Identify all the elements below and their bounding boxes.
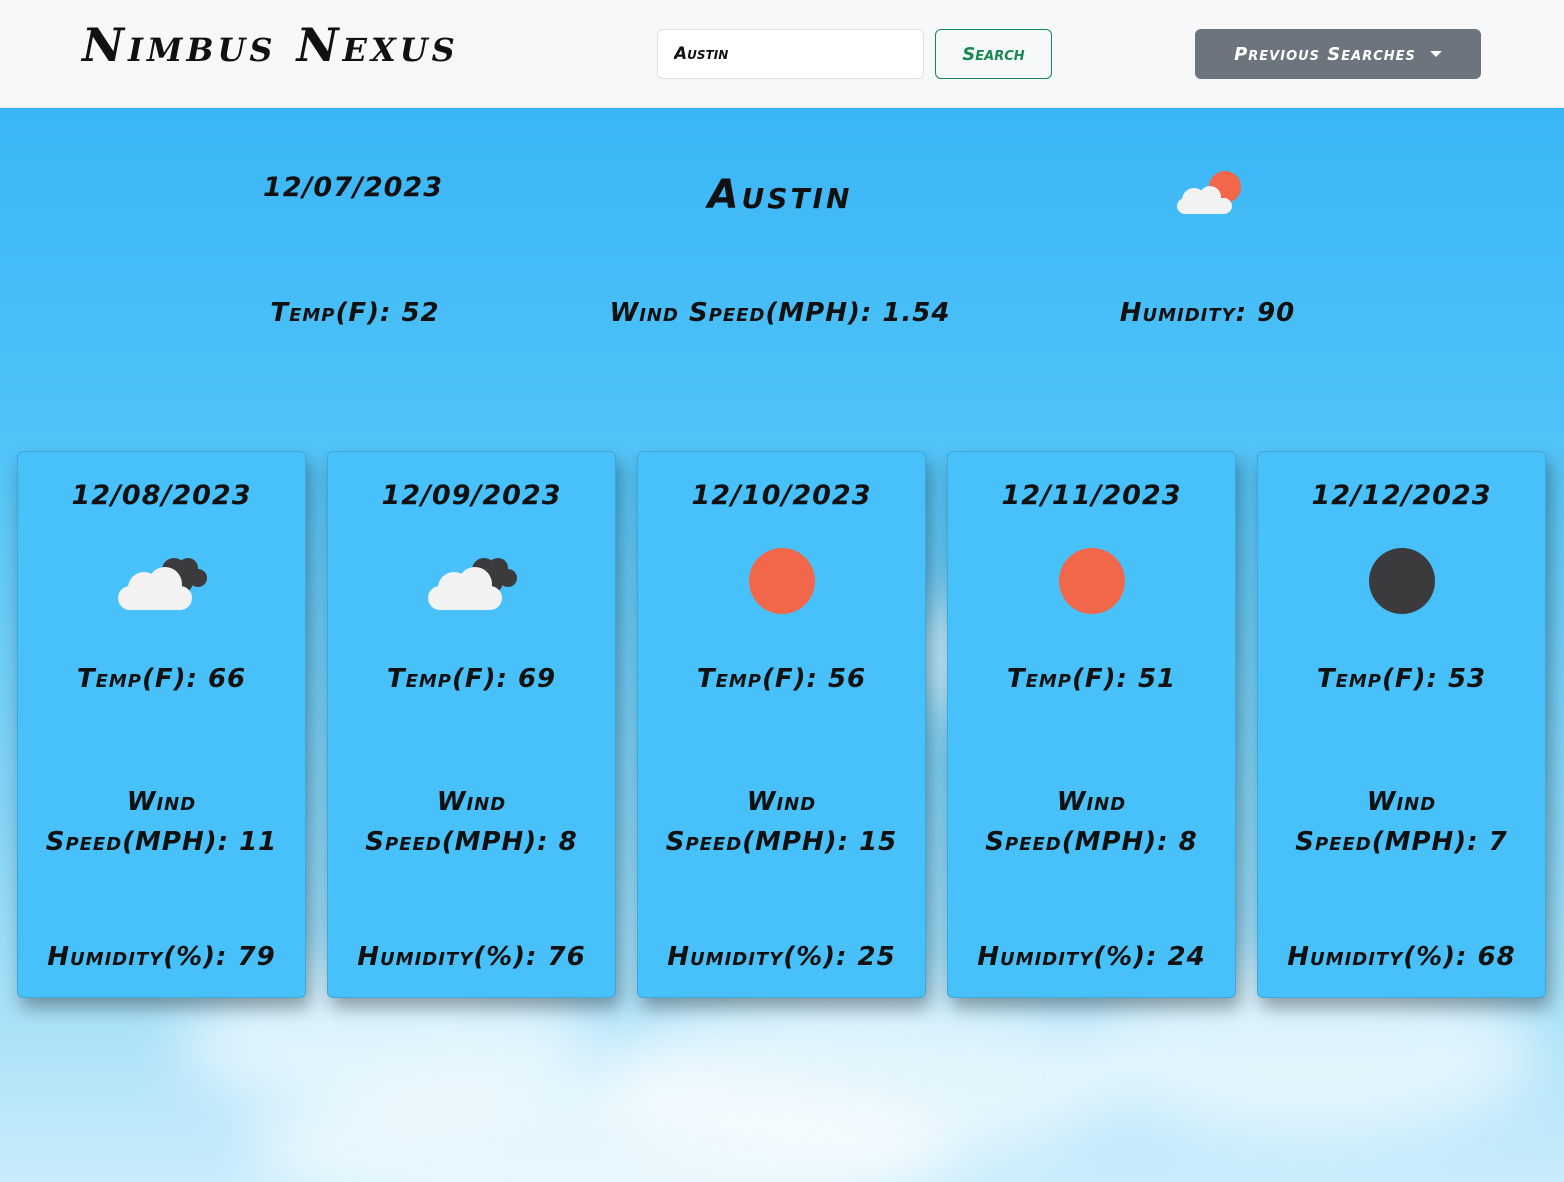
forecast-date: 12/11/2023 [1001, 480, 1182, 511]
forecast-wind-speed: Wind Speed(MPH): 8 [948, 782, 1235, 862]
forecast-humidity: Humidity(%): 25 [667, 942, 896, 972]
current-wind-speed: Wind Speed(MPH): 1.54 [609, 298, 951, 328]
current-date: 12/07/2023 [262, 172, 443, 203]
forecast-temp: Temp(F): 69 [386, 664, 557, 694]
forecast-date: 12/10/2023 [691, 480, 872, 511]
forecast-temp: Temp(F): 66 [76, 664, 247, 694]
forecast-wind-value: Speed(MPH): 7 [1295, 827, 1508, 857]
search-button[interactable]: Search [935, 29, 1052, 79]
forecast-humidity: Humidity(%): 79 [47, 942, 276, 972]
forecast-card: 12/09/2023 Temp(F): 69 Wind Speed(MPH): … [327, 451, 616, 998]
forecast-temp: Temp(F): 51 [1006, 664, 1177, 694]
previous-searches-label: Previous Searches [1234, 43, 1416, 65]
forecast-wind-label: Wind [1366, 787, 1437, 817]
forecast-card: 12/11/2023 Temp(F): 51 Wind Speed(MPH): … [947, 451, 1236, 998]
app-title[interactable]: Nimbus Nexus [82, 18, 459, 72]
forecast-wind-speed: Wind Speed(MPH): 11 [18, 782, 305, 862]
clear-day-icon [749, 548, 815, 614]
current-temp: Temp(F): 52 [270, 298, 440, 328]
forecast-card: 12/12/2023 Temp(F): 53 Wind Speed(MPH): … [1257, 451, 1546, 998]
forecast-temp: Temp(F): 53 [1316, 664, 1487, 694]
forecast-wind-speed: Wind Speed(MPH): 15 [638, 782, 925, 862]
current-humidity: Humidity: 90 [1119, 298, 1296, 328]
forecast-date: 12/12/2023 [1311, 480, 1492, 511]
forecast-humidity: Humidity(%): 24 [977, 942, 1206, 972]
forecast-card: 12/10/2023 Temp(F): 56 Wind Speed(MPH): … [637, 451, 926, 998]
forecast-wind-label: Wind [126, 787, 197, 817]
current-city: Austin [707, 172, 853, 218]
cloudy-icon [118, 558, 207, 610]
clear-day-icon [1059, 548, 1125, 614]
forecast-wind-value: Speed(MPH): 11 [45, 827, 278, 857]
cloudy-icon [428, 558, 517, 610]
caret-down-icon [1429, 51, 1442, 57]
forecast-temp: Temp(F): 56 [696, 664, 867, 694]
forecast-wind-label: Wind [436, 787, 507, 817]
partly-cloudy-day-icon [1177, 171, 1241, 214]
forecast-wind-label: Wind [746, 787, 817, 817]
clear-night-icon [1369, 548, 1435, 614]
forecast-humidity: Humidity(%): 76 [357, 942, 586, 972]
forecast-humidity: Humidity(%): 68 [1287, 942, 1516, 972]
forecast-wind-value: Speed(MPH): 8 [365, 827, 578, 857]
forecast-wind-value: Speed(MPH): 8 [985, 827, 1198, 857]
forecast-date: 12/09/2023 [381, 480, 562, 511]
forecast-card: 12/08/2023 Temp(F): 66 Wind Speed(MPH): … [17, 451, 306, 998]
forecast-wind-value: Speed(MPH): 15 [665, 827, 898, 857]
navbar: Nimbus Nexus Search Previous Searches [0, 0, 1564, 108]
search-input[interactable] [657, 29, 924, 79]
forecast-wind-speed: Wind Speed(MPH): 7 [1258, 782, 1545, 862]
forecast-date: 12/08/2023 [71, 480, 252, 511]
forecast-wind-label: Wind [1056, 787, 1127, 817]
forecast-wind-speed: Wind Speed(MPH): 8 [328, 782, 615, 862]
previous-searches-dropdown[interactable]: Previous Searches [1195, 29, 1481, 79]
